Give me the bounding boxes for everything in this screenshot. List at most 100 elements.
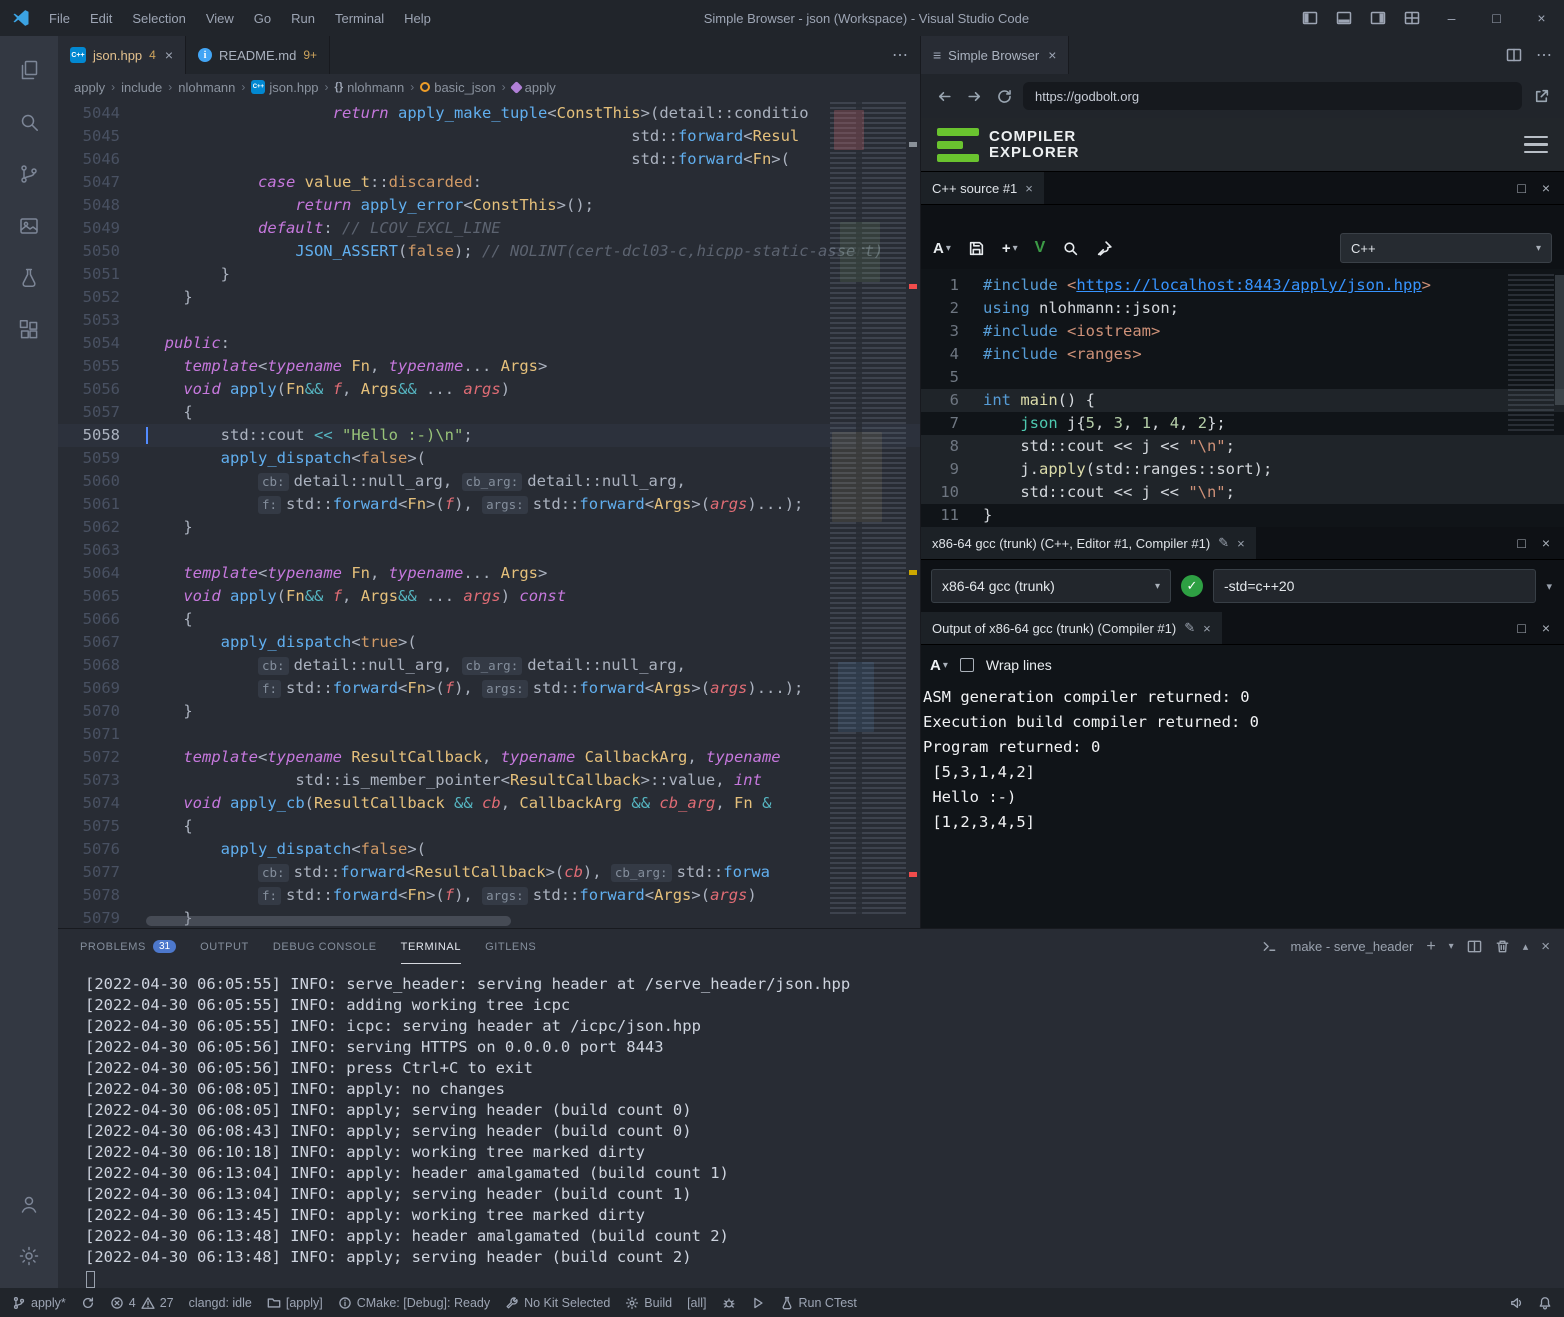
close-icon[interactable]: ×: [165, 47, 173, 63]
split-editor-icon[interactable]: [1506, 47, 1522, 63]
terminal[interactable]: [2022-04-30 06:05:55] INFO: serve_header…: [58, 964, 1564, 1288]
search-icon[interactable]: [0, 96, 58, 148]
font-size-button[interactable]: A▾: [933, 240, 951, 257]
close-panel-icon[interactable]: ×: [1541, 938, 1550, 955]
code-lines[interactable]: 5044 return apply_make_tuple<ConstThis>(…: [58, 102, 920, 928]
code-editor[interactable]: 5044 return apply_make_tuple<ConstThis>(…: [58, 100, 920, 928]
customize-layout-icon[interactable]: [1395, 0, 1429, 36]
split-terminal-icon[interactable]: [1467, 939, 1482, 954]
tab-readme-md[interactable]: i README.md 9+: [186, 36, 330, 74]
compiler-pane-tab[interactable]: x86-64 gcc (trunk) (C++, Editor #1, Comp…: [921, 527, 1256, 559]
close-icon[interactable]: ×: [1025, 181, 1033, 196]
compiler-select[interactable]: x86-64 gcc (trunk) ▾: [931, 569, 1171, 603]
menu-view[interactable]: View: [197, 7, 243, 30]
tab-problems[interactable]: PROBLEMS 31: [80, 929, 176, 964]
close-icon[interactable]: ×: [1203, 621, 1211, 636]
vim-mode-button[interactable]: V: [1035, 239, 1046, 257]
close-pane-icon[interactable]: ×: [1542, 180, 1550, 196]
image-preview-icon[interactable]: [0, 200, 58, 252]
menu-edit[interactable]: Edit: [81, 7, 121, 30]
menu-help[interactable]: Help: [395, 7, 440, 30]
breadcrumb-item-class[interactable]: basic_json: [420, 80, 495, 95]
search-icon[interactable]: [1062, 240, 1079, 257]
rename-pencil-icon[interactable]: ✎: [1184, 620, 1195, 636]
wrap-lines-checkbox[interactable]: [960, 658, 974, 672]
status-launch-icon[interactable]: [751, 1296, 765, 1310]
status-cmake-project[interactable]: [apply]: [267, 1296, 323, 1310]
extensions-icon[interactable]: [0, 304, 58, 356]
maximize-panel-icon[interactable]: ▴: [1523, 940, 1529, 953]
close-window-button[interactable]: ×: [1519, 0, 1564, 36]
minimize-button[interactable]: –: [1429, 0, 1474, 36]
terminal-picker[interactable]: make - serve_header: [1290, 939, 1413, 954]
kill-terminal-trash-icon[interactable]: [1495, 939, 1510, 954]
new-terminal-icon[interactable]: +: [1426, 938, 1435, 956]
tab-debug-console[interactable]: DEBUG CONSOLE: [273, 929, 377, 964]
close-pane-icon[interactable]: ×: [1542, 535, 1550, 551]
menu-terminal[interactable]: Terminal: [326, 7, 393, 30]
editor-more-actions-icon[interactable]: ⋯: [892, 36, 920, 74]
status-debug-icon[interactable]: [722, 1296, 736, 1310]
status-build-target[interactable]: [all]: [687, 1296, 706, 1310]
tab-simple-browser[interactable]: ≡ Simple Browser ×: [921, 36, 1069, 74]
more-actions-icon[interactable]: ⋯: [1536, 45, 1552, 65]
breadcrumb-item[interactable]: include: [121, 80, 162, 95]
ce-source-lines[interactable]: 1#include <https://localhost:8443/apply/…: [921, 274, 1564, 527]
maximize-pane-icon[interactable]: □: [1517, 535, 1525, 551]
status-problems[interactable]: 4 27: [110, 1296, 174, 1310]
menu-run[interactable]: Run: [282, 7, 324, 30]
pin-icon[interactable]: [1096, 240, 1113, 257]
close-pane-icon[interactable]: ×: [1542, 620, 1550, 636]
language-select[interactable]: C++ ▾: [1340, 233, 1552, 263]
ce-minimap[interactable]: [1508, 274, 1554, 434]
status-clangd[interactable]: clangd: idle: [189, 1296, 252, 1310]
tab-terminal[interactable]: TERMINAL: [401, 929, 461, 964]
back-icon[interactable]: [933, 85, 955, 107]
hamburger-menu-icon[interactable]: [1524, 136, 1548, 154]
url-input[interactable]: https://godbolt.org: [1023, 82, 1522, 110]
add-pane-button[interactable]: +▾: [1002, 240, 1018, 257]
breadcrumb-item-namespace[interactable]: {} nlohmann: [335, 80, 405, 95]
notifications-bell-icon[interactable]: [1538, 1296, 1552, 1310]
account-icon[interactable]: [0, 1178, 58, 1230]
settings-gear-icon[interactable]: [0, 1230, 58, 1282]
testing-beaker-icon[interactable]: [0, 252, 58, 304]
output-pane-tab[interactable]: Output of x86-64 gcc (trunk) (Compiler #…: [921, 612, 1222, 644]
breadcrumb-item[interactable]: nlohmann: [178, 80, 235, 95]
menu-selection[interactable]: Selection: [123, 7, 194, 30]
breadcrumb-item-method[interactable]: apply: [512, 80, 556, 95]
chevron-down-icon[interactable]: ▾: [1449, 941, 1454, 952]
tab-output[interactable]: OUTPUT: [200, 929, 249, 964]
maximize-pane-icon[interactable]: □: [1517, 180, 1525, 196]
reload-icon[interactable]: [993, 85, 1015, 107]
maximize-pane-icon[interactable]: □: [1517, 620, 1525, 636]
breadcrumb-item[interactable]: apply: [74, 80, 105, 95]
maximize-button[interactable]: □: [1474, 0, 1519, 36]
explorer-icon[interactable]: [0, 44, 58, 96]
rename-pencil-icon[interactable]: ✎: [1218, 535, 1229, 551]
status-run-ctest[interactable]: Run CTest: [780, 1296, 857, 1310]
horizontal-scrollbar[interactable]: [146, 916, 511, 926]
minimap[interactable]: [830, 102, 906, 914]
status-cmake-kit[interactable]: No Kit Selected: [505, 1296, 610, 1310]
source-pane-tab[interactable]: C++ source #1 ×: [921, 172, 1044, 204]
menu-go[interactable]: Go: [245, 7, 280, 30]
chevron-down-icon[interactable]: ▾: [1546, 580, 1554, 593]
status-sync-icon[interactable]: [81, 1296, 95, 1310]
forward-icon[interactable]: [963, 85, 985, 107]
breadcrumb-item-file[interactable]: C++ json.hpp: [251, 80, 318, 95]
compiler-options-input[interactable]: -std=c++20: [1213, 569, 1536, 603]
tab-json-hpp[interactable]: C++ json.hpp 4 ×: [58, 36, 186, 74]
toggle-sidebar-icon[interactable]: [1293, 0, 1327, 36]
ce-source-editor[interactable]: 1#include <https://localhost:8443/apply/…: [921, 269, 1564, 527]
status-build[interactable]: Build: [625, 1296, 672, 1310]
feedback-icon[interactable]: [1510, 1296, 1524, 1310]
toggle-panel-icon[interactable]: [1327, 0, 1361, 36]
menu-file[interactable]: File: [40, 7, 79, 30]
status-branch[interactable]: apply*: [12, 1296, 66, 1310]
save-icon[interactable]: [968, 240, 985, 257]
font-size-button[interactable]: A▾: [930, 657, 948, 674]
ce-scrollbar[interactable]: [1555, 275, 1564, 405]
toggle-secondary-sidebar-icon[interactable]: [1361, 0, 1395, 36]
open-external-icon[interactable]: [1530, 85, 1552, 107]
